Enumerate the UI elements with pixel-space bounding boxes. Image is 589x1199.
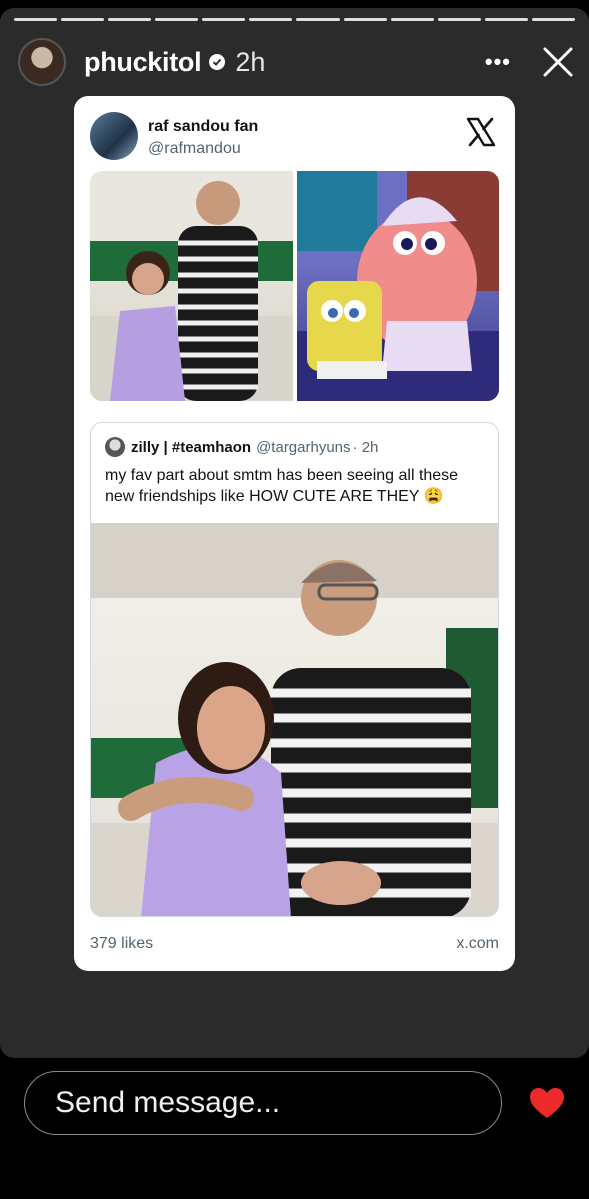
- quoted-post-time: · 2h: [352, 438, 379, 456]
- post-author-avatar[interactable]: [90, 112, 138, 160]
- close-icon[interactable]: [541, 45, 575, 79]
- story-viewer[interactable]: phuckitol 2h ••• raf sandou fan @rafmand…: [0, 8, 589, 1058]
- progress-segment: [155, 18, 199, 21]
- x-logo-icon: [466, 117, 496, 147]
- progress-segment: [296, 18, 340, 21]
- more-horizontal-icon[interactable]: •••: [485, 49, 511, 75]
- likes-count: 379 likes: [90, 935, 154, 952]
- story-progress-bar: [14, 18, 575, 21]
- quoted-author-name[interactable]: zilly | #teamhaon: [131, 439, 251, 456]
- post-header: raf sandou fan @rafmandou: [90, 112, 499, 162]
- progress-segment: [437, 18, 481, 21]
- post-footer: 379 likes x.com: [90, 935, 499, 955]
- profile-avatar[interactable]: [18, 38, 66, 86]
- progress-segment: [108, 18, 152, 21]
- post-author-name[interactable]: raf sandou fan: [148, 118, 258, 136]
- progress-segment: [531, 18, 575, 21]
- post-author-handle[interactable]: @rafmandou: [148, 140, 241, 158]
- send-message-input[interactable]: Send message...: [24, 1071, 502, 1135]
- heart-icon[interactable]: [528, 1086, 566, 1120]
- post-media-grid[interactable]: [90, 171, 499, 401]
- progress-segment: [390, 18, 434, 21]
- progress-segment: [61, 18, 105, 21]
- story-time: 2h: [235, 46, 266, 77]
- verified-badge-icon: [209, 54, 226, 70]
- story-username[interactable]: phuckitol: [84, 47, 202, 78]
- send-message-placeholder: Send message...: [55, 1086, 281, 1119]
- progress-segment: [14, 18, 58, 21]
- post-photo[interactable]: [90, 171, 293, 401]
- source-link[interactable]: x.com: [456, 935, 499, 955]
- post-photo[interactable]: [296, 171, 499, 401]
- quoted-author-avatar[interactable]: [105, 437, 125, 457]
- progress-segment: [249, 18, 293, 21]
- quoted-post-text: my fav part about smtm has been seeing a…: [105, 467, 459, 505]
- quoted-author-handle[interactable]: @targarhyuns: [256, 439, 350, 456]
- story-header: phuckitol 2h •••: [18, 38, 575, 86]
- progress-segment: [343, 18, 387, 21]
- shared-post-card[interactable]: raf sandou fan @rafmandou zilly | #teamh…: [74, 96, 515, 971]
- quoted-post-header: zilly | #teamhaon @targarhyuns · 2h: [105, 437, 378, 457]
- progress-segment: [202, 18, 246, 21]
- quoted-post[interactable]: zilly | #teamhaon @targarhyuns · 2h my f…: [90, 422, 499, 917]
- progress-segment: [484, 18, 528, 21]
- quoted-post-photo[interactable]: [91, 523, 498, 916]
